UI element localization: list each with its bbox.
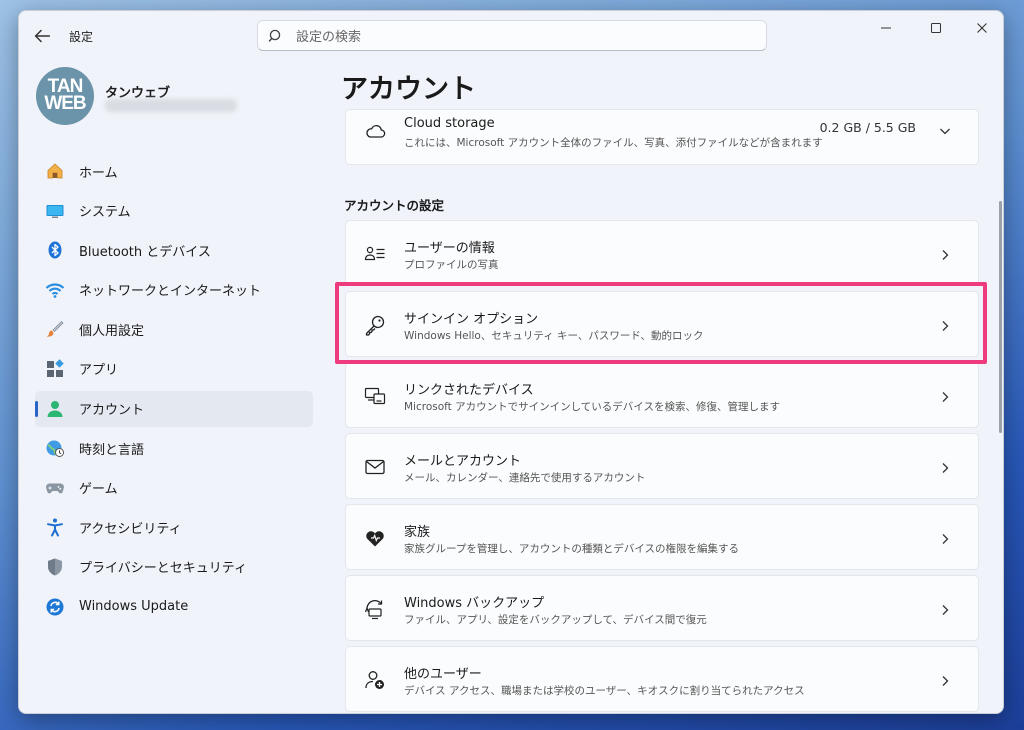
sidebar-item-apps[interactable]: アプリ xyxy=(35,351,313,387)
sidebar-item-network[interactable]: ネットワークとインターネット xyxy=(35,272,313,308)
setting-card-your-info[interactable]: ユーザーの情報 プロファイルの写真 xyxy=(345,220,979,286)
cloud-icon xyxy=(364,120,386,142)
avatar-text-bottom: WEB xyxy=(44,93,86,114)
chevron-right-icon xyxy=(938,247,952,261)
chevron-down-icon[interactable] xyxy=(938,123,952,137)
system-icon xyxy=(45,201,65,221)
close-button[interactable] xyxy=(967,15,997,41)
cloud-storage-title: Cloud storage xyxy=(404,116,495,131)
backup-icon xyxy=(364,598,386,620)
settings-window: 設定 設定の検索 TAN WEB タンウェブ ホーム システム Bluetoot… xyxy=(18,10,1004,714)
network-icon xyxy=(45,280,65,300)
section-title-account-settings: アカウントの設定 xyxy=(344,198,445,213)
account-icon xyxy=(45,399,65,419)
chevron-right-icon xyxy=(938,389,952,403)
shield-icon xyxy=(45,557,65,577)
cloud-storage-card[interactable]: Cloud storage これには、Microsoft アカウント全体のファイ… xyxy=(345,109,979,165)
minimize-button[interactable] xyxy=(871,15,901,41)
mail-icon xyxy=(364,456,386,478)
key-icon xyxy=(364,314,386,336)
search-placeholder: 設定の検索 xyxy=(296,30,362,45)
app-title: 設定 xyxy=(69,30,94,44)
user-email-redacted xyxy=(105,99,237,112)
chevron-right-icon xyxy=(938,318,952,332)
minimize-icon xyxy=(881,27,891,29)
avatar[interactable]: TAN WEB xyxy=(36,67,94,125)
chevron-right-icon xyxy=(938,602,952,616)
back-arrow-icon[interactable] xyxy=(31,25,53,47)
cloud-storage-usage: 0.2 GB / 5.5 GB xyxy=(819,120,916,135)
globe-clock-icon xyxy=(45,438,65,458)
setting-card-windows-backup[interactable]: Windows バックアップ ファイル、アプリ、設定をバックアップして、デバイス… xyxy=(345,575,979,641)
sidebar-item-privacy[interactable]: プライバシーとセキュリティ xyxy=(35,549,313,585)
maximize-icon xyxy=(931,23,941,33)
setting-card-sign-in-options[interactable]: サインイン オプション Windows Hello、セキュリティ キー、パスワー… xyxy=(345,291,979,357)
accessibility-icon xyxy=(45,517,65,537)
add-user-icon xyxy=(364,669,386,691)
sidebar-item-time-language[interactable]: 時刻と言語 xyxy=(35,430,313,466)
apps-icon xyxy=(45,359,65,379)
scrollbar-thumb[interactable] xyxy=(999,201,1002,433)
search-box[interactable]: 設定の検索 xyxy=(257,20,767,51)
page-title: アカウント xyxy=(341,74,476,105)
sidebar-item-windows-update[interactable]: Windows Update xyxy=(35,589,313,625)
family-heart-icon xyxy=(364,527,386,549)
chevron-right-icon xyxy=(938,460,952,474)
linked-devices-icon xyxy=(364,385,386,407)
setting-card-other-users[interactable]: 他のユーザー デバイス アクセス、職場または学校のユーザー、キオスクに割り当てら… xyxy=(345,646,979,712)
setting-card-email-accounts[interactable]: メールとアカウント メール、カレンダー、連絡先で使用するアカウント xyxy=(345,433,979,499)
sidebar-item-accounts[interactable]: アカウント xyxy=(35,390,313,427)
sidebar-item-personalization[interactable]: 個人用設定 xyxy=(35,311,313,347)
home-icon xyxy=(45,161,65,181)
brush-icon xyxy=(45,319,65,339)
bluetooth-icon xyxy=(45,240,65,260)
setting-card-linked-devices[interactable]: リンクされたデバイス Microsoft アカウントでサインインしているデバイス… xyxy=(345,362,979,428)
search-icon xyxy=(268,28,284,44)
sidebar-item-gaming[interactable]: ゲーム xyxy=(35,470,313,506)
chevron-right-icon xyxy=(938,531,952,545)
sidebar-item-home[interactable]: ホーム xyxy=(35,153,313,189)
cloud-storage-subtitle: これには、Microsoft アカウント全体のファイル、写真、添付ファイルなどが… xyxy=(404,137,823,149)
setting-card-family[interactable]: 家族 家族グループを管理し、アカウントの種類とデバイスの権限を編集する xyxy=(345,504,979,570)
sidebar-nav: ホーム システム Bluetooth とデバイス ネットワークとインターネット … xyxy=(35,153,313,628)
sidebar-item-system[interactable]: システム xyxy=(35,193,313,229)
update-icon xyxy=(45,597,65,617)
gamepad-icon xyxy=(45,478,65,498)
user-info-icon xyxy=(364,243,386,265)
sidebar-item-bluetooth[interactable]: Bluetooth とデバイス xyxy=(35,232,313,268)
chevron-right-icon xyxy=(938,673,952,687)
maximize-button[interactable] xyxy=(921,15,951,41)
close-icon xyxy=(977,23,987,33)
sidebar-item-accessibility[interactable]: アクセシビリティ xyxy=(35,509,313,545)
